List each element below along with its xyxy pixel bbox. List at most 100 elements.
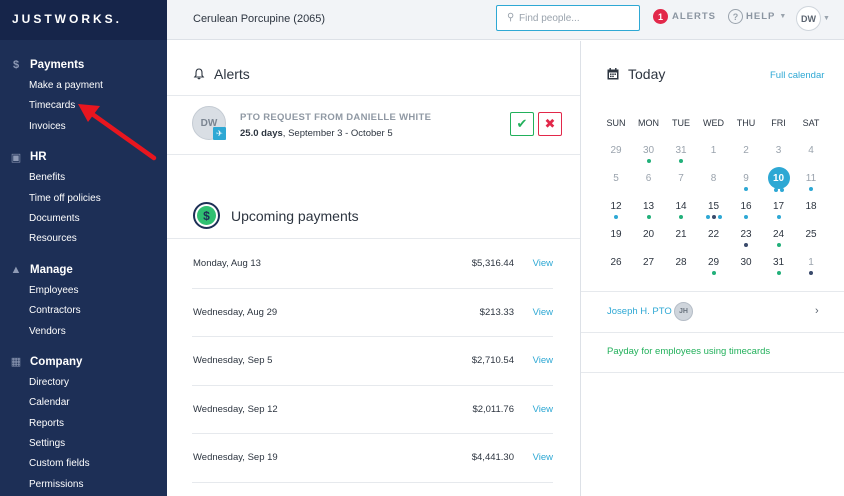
nav-section-company: ▦ Company Directory Calendar Reports Settings… — [0, 351, 167, 495]
calendar-day[interactable]: 27 — [633, 257, 665, 268]
justworks-logo[interactable]: JUSTWORKS. — [12, 12, 167, 26]
calendar-day[interactable]: 31 — [665, 145, 697, 156]
calendar-day[interactable]: 29 — [698, 257, 730, 268]
nav-header-company[interactable]: ▦ Company — [0, 351, 167, 373]
calendar-day[interactable]: 1 — [795, 257, 827, 268]
calendar-day-today[interactable]: 10 — [767, 167, 790, 189]
sidebar-item-resources[interactable]: Resources — [0, 229, 167, 249]
calendar-day[interactable]: 30 — [633, 145, 665, 156]
alerts-button[interactable]: 1 ALERTS — [653, 9, 716, 24]
calendar-day[interactable]: 18 — [795, 201, 827, 212]
help-button[interactable]: ? HELP ▼ — [728, 9, 786, 24]
calendar-day[interactable]: 12 — [600, 201, 632, 212]
view-payment-link[interactable]: View — [533, 355, 553, 366]
nav-header-label: HR — [30, 151, 47, 164]
calendar-icon — [607, 68, 619, 80]
calendar-day[interactable]: 30 — [730, 257, 762, 268]
table-row: Wednesday, Sep 12 $2,011.76 View — [192, 386, 553, 434]
calendar-day[interactable]: 5 — [600, 173, 632, 184]
sidebar-item-employees[interactable]: Employees — [0, 281, 167, 301]
calendar-day[interactable]: 6 — [633, 173, 665, 184]
view-payment-link[interactable]: View — [533, 258, 553, 269]
event-dot — [679, 215, 683, 219]
event-dot — [646, 159, 651, 163]
calendar-day[interactable]: 25 — [795, 229, 827, 240]
calendar-day[interactable]: 14 — [665, 201, 697, 212]
sidebar-item-benefits[interactable]: Benefits — [0, 168, 167, 188]
nav-header-label: Payments — [30, 59, 85, 71]
calendar-day[interactable]: 13 — [633, 201, 665, 212]
table-row: Wednesday, Sep 5 $2,710.54 View — [192, 337, 553, 386]
sidebar-item-calendar[interactable]: Calendar — [0, 393, 167, 413]
calendar-day[interactable]: 28 — [665, 257, 697, 268]
calendar-day[interactable]: 9 — [730, 173, 762, 184]
pto-request-alert: DW ✈ PTO REQUEST FROM DANIELLE WHITE 25.… — [167, 95, 580, 155]
main-content: Alerts DW ✈ PTO REQUEST FROM DANIELLE WH… — [167, 41, 580, 496]
calendar-day[interactable]: 31 — [763, 257, 795, 268]
event-dot — [705, 215, 710, 219]
calendar-day[interactable]: 24 — [763, 229, 795, 240]
user-avatar[interactable]: DW — [796, 6, 821, 31]
calendar-day[interactable]: 2 — [730, 145, 762, 156]
calendar-day[interactable]: 4 — [795, 145, 827, 156]
calendar-day[interactable]: 11 — [795, 173, 827, 184]
calendar-day[interactable]: 21 — [665, 229, 697, 240]
search-icon: ⚲ — [507, 12, 515, 23]
avatar: JH — [674, 302, 693, 321]
top-bar: Cerulean Porcupine (2065) ⚲ 1 ALERTS ? H… — [167, 0, 844, 40]
chevron-right-icon[interactable]: › — [815, 305, 819, 317]
view-payment-link[interactable]: View — [533, 404, 553, 415]
sidebar-item-make-a-payment[interactable]: Make a payment — [0, 76, 167, 96]
sidebar-item-custom-fields[interactable]: Custom fields — [0, 454, 167, 474]
pto-days: 25.0 days — [240, 128, 283, 139]
calendar-day[interactable]: 15 — [698, 201, 730, 212]
calendar-day[interactable]: 1 — [698, 145, 730, 156]
calendar-day[interactable]: 22 — [698, 229, 730, 240]
calendar-day[interactable]: 8 — [698, 173, 730, 184]
today-heading: Today — [607, 66, 665, 82]
deny-button[interactable]: ✖ — [538, 112, 562, 136]
sidebar-item-contractors[interactable]: Contractors — [0, 301, 167, 321]
people-search[interactable]: ⚲ — [496, 5, 640, 31]
sidebar-item-reports[interactable]: Reports — [0, 414, 167, 434]
calendar-day[interactable]: 20 — [633, 229, 665, 240]
view-payment-link[interactable]: View — [533, 307, 553, 318]
calendar-day[interactable]: 17 — [763, 201, 795, 212]
calendar-day[interactable]: 3 — [763, 145, 795, 156]
weekday-label: MON — [638, 118, 659, 128]
event-pto[interactable]: Joseph H. PTO — [607, 306, 672, 317]
event-dot — [809, 187, 813, 191]
weekday-label: SAT — [802, 118, 820, 128]
event-payday[interactable]: Payday for employees using timecards — [607, 346, 770, 357]
company-name[interactable]: Cerulean Porcupine (2065) — [193, 13, 325, 25]
sidebar-item-documents[interactable]: Documents — [0, 209, 167, 229]
chevron-down-icon[interactable]: ▼ — [823, 15, 830, 22]
approve-button[interactable]: ✔ — [510, 112, 534, 136]
divider — [167, 238, 580, 239]
search-input[interactable] — [519, 11, 634, 25]
event-dot — [679, 159, 683, 163]
nav-header-payments[interactable]: $ Payments — [0, 54, 167, 76]
divider — [581, 332, 844, 333]
event-dot — [614, 215, 618, 219]
calendar-day[interactable]: 23 — [730, 229, 762, 240]
sidebar-item-directory[interactable]: Directory — [0, 373, 167, 393]
calendar-day[interactable]: 29 — [600, 145, 632, 156]
nav-header-label: Company — [30, 355, 83, 368]
calendar-day[interactable]: 7 — [665, 173, 697, 184]
full-calendar-link[interactable]: Full calendar — [770, 70, 824, 81]
calendar-day[interactable]: 19 — [600, 229, 632, 240]
weekday-label: TUE — [672, 118, 690, 128]
nav-header-manage[interactable]: ▲ Manage — [0, 259, 167, 281]
view-payment-link[interactable]: View — [533, 452, 553, 463]
event-dot — [776, 243, 781, 247]
event-dot — [744, 243, 748, 247]
weekday-label: WED — [703, 118, 724, 128]
sidebar-item-vendors[interactable]: Vendors — [0, 322, 167, 342]
calendar-day[interactable]: 16 — [730, 201, 762, 212]
airplane-icon: ✈ — [213, 127, 226, 140]
sidebar-item-permissions[interactable]: Permissions — [0, 475, 167, 495]
calendar-day[interactable]: 26 — [600, 257, 632, 268]
sidebar-item-time-off-policies[interactable]: Time off policies — [0, 189, 167, 209]
sidebar-item-settings[interactable]: Settings — [0, 434, 167, 454]
